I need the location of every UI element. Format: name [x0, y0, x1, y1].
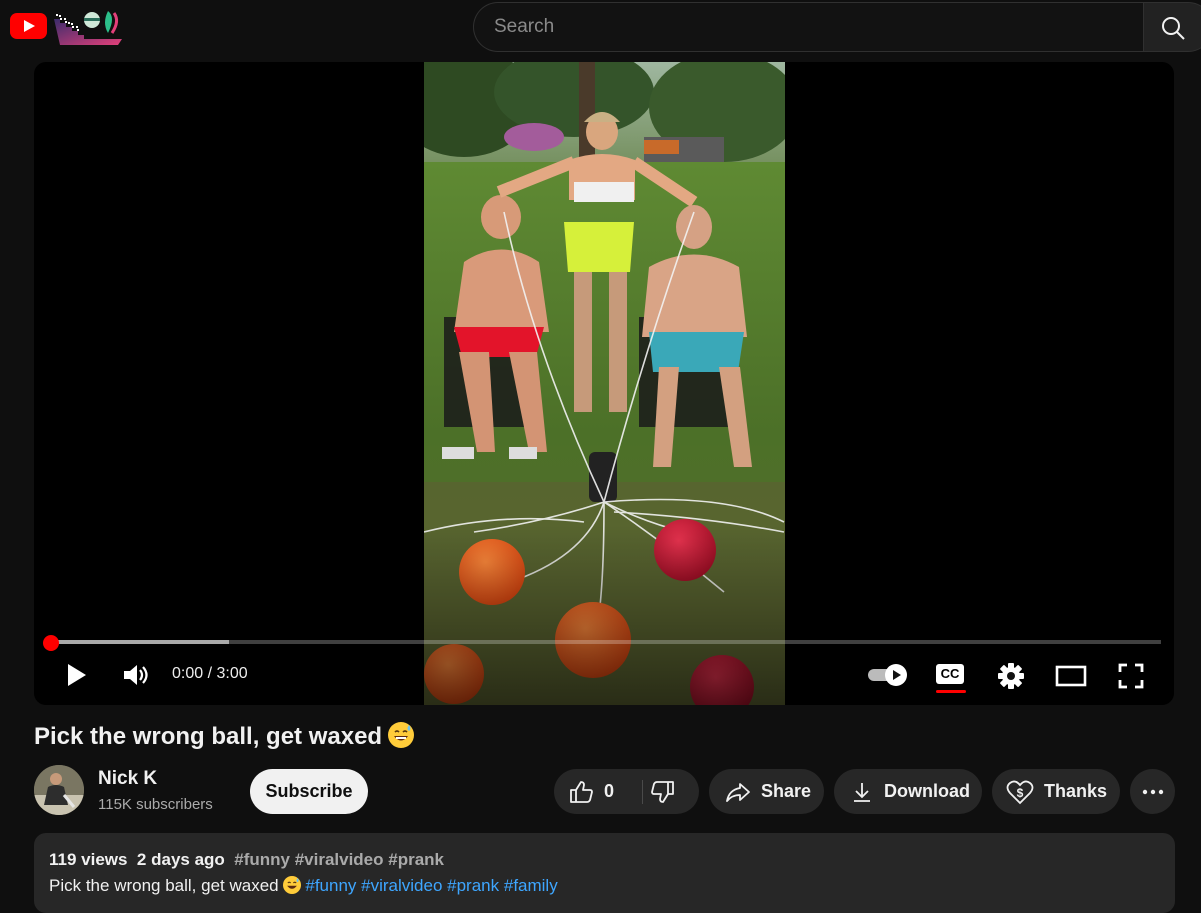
video-title-text: Pick the wrong ball, get waxed: [34, 723, 383, 750]
cc-label: CC: [936, 664, 964, 684]
search-box[interactable]: [473, 2, 1144, 52]
progress-buffered: [51, 640, 229, 644]
thanks-label: Thanks: [1044, 781, 1108, 801]
thanks-button[interactable]: $ Thanks: [992, 769, 1120, 814]
time-current: 0:00: [172, 665, 204, 682]
search-icon: [1162, 17, 1185, 40]
like-count: 0: [604, 781, 615, 801]
search-input[interactable]: [474, 3, 1144, 51]
youtube-logo-icon[interactable]: [10, 13, 47, 39]
more-horizontal-icon: [1142, 789, 1163, 794]
search-button[interactable]: [1143, 2, 1201, 52]
video-title: Pick the wrong ball, get waxed: [34, 722, 415, 751]
share-button[interactable]: Share: [709, 769, 824, 814]
thumbs-up-icon: [570, 780, 593, 803]
progress-bar[interactable]: [51, 640, 1161, 644]
video-player[interactable]: 0:00 / 3:00 CC: [34, 62, 1174, 705]
description-text: Pick the wrong ball, get waxed: [49, 876, 279, 895]
hashtag-link[interactable]: #prank: [447, 876, 499, 895]
time-total: 3:00: [216, 665, 248, 682]
dislike-button[interactable]: [650, 769, 696, 814]
description-meta: 119 views 2 days ago #funny #viralvideo …: [49, 850, 1160, 870]
autoplay-toggle[interactable]: [866, 662, 910, 688]
like-button[interactable]: 0: [554, 769, 614, 814]
hashtag-link[interactable]: #family: [504, 876, 558, 895]
hashtag-link[interactable]: #viralvideo: [361, 876, 442, 895]
top-bar: [0, 0, 1201, 56]
subscriber-count: 115K subscribers: [98, 796, 213, 813]
more-actions-button[interactable]: [1130, 769, 1175, 814]
upload-date: 2 days ago: [136, 850, 225, 869]
channel-name[interactable]: Nick K: [98, 768, 157, 790]
volume-icon[interactable]: [121, 662, 149, 688]
thumbs-down-icon: [651, 780, 674, 803]
captions-button[interactable]: CC: [936, 664, 966, 693]
hashtag-link[interactable]: #funny: [305, 876, 356, 895]
subscribe-button[interactable]: Subscribe: [250, 769, 368, 814]
time-display: 0:00 / 3:00: [172, 665, 248, 683]
meta-tags[interactable]: #funny #viralvideo #prank: [234, 850, 444, 869]
settings-gear-icon[interactable]: [997, 662, 1025, 690]
description-box[interactable]: 119 views 2 days ago #funny #viralvideo …: [34, 833, 1175, 913]
doodle-logo-icon[interactable]: [52, 9, 124, 45]
heart-dollar-icon: $: [1006, 780, 1034, 804]
share-label: Share: [761, 781, 812, 801]
download-button[interactable]: Download: [834, 769, 982, 814]
channel-avatar[interactable]: [34, 765, 84, 815]
like-divider: [642, 780, 643, 804]
description-text-line: Pick the wrong ball, get waxed #funny #v…: [49, 876, 1160, 896]
share-arrow-icon: [726, 782, 750, 802]
download-label: Download: [884, 781, 970, 801]
play-icon[interactable]: [64, 662, 90, 688]
time-separator: /: [203, 665, 217, 682]
grinning-sweat-emoji-icon: [282, 876, 301, 894]
download-icon: [854, 782, 870, 802]
like-dislike-group: 0: [554, 769, 699, 814]
theater-mode-icon[interactable]: [1055, 665, 1087, 687]
view-count: 119 views: [49, 850, 128, 869]
grinning-sweat-emoji-icon: [388, 722, 415, 748]
svg-text:$: $: [1017, 786, 1024, 800]
captions-active-indicator: [936, 690, 966, 693]
progress-scrubber-handle[interactable]: [43, 635, 59, 651]
fullscreen-icon[interactable]: [1118, 663, 1144, 689]
